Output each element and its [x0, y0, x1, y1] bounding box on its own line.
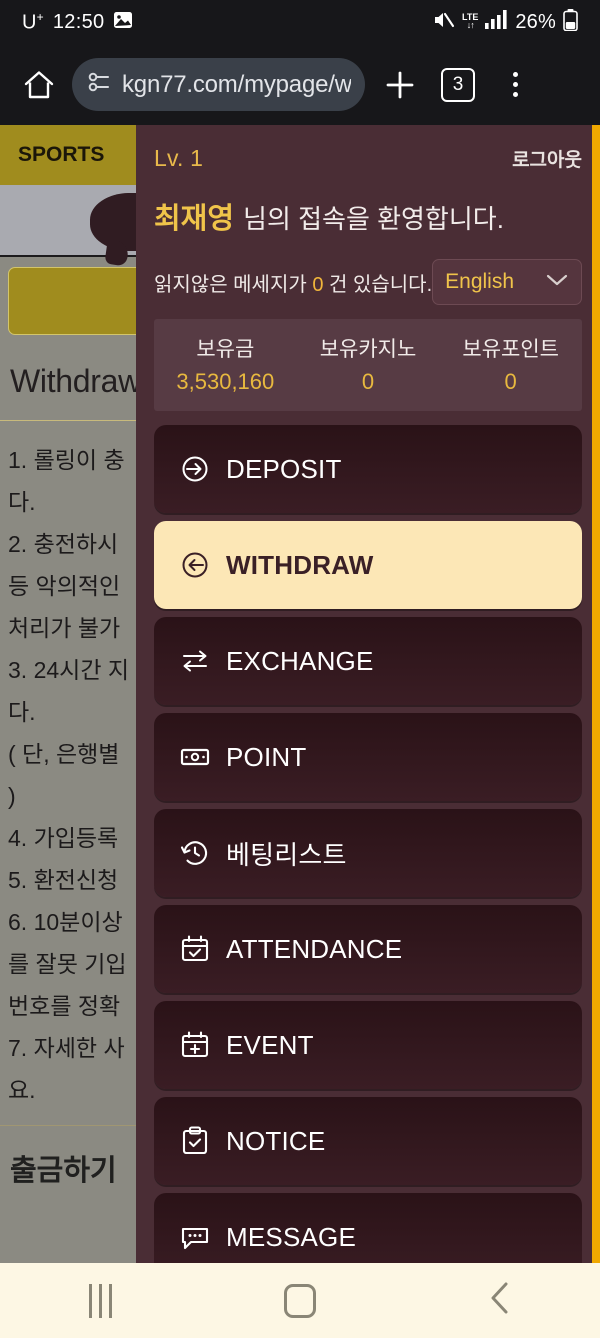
menu-item-betting-list[interactable]: 베팅리스트: [154, 809, 582, 897]
balance-label: 보유카지노: [319, 338, 417, 361]
history-clock-icon: [180, 838, 210, 868]
back-chevron-icon: [487, 1280, 513, 1321]
unread-message-text: 읽지않은 메세지가 0 건 있습니다.: [154, 268, 432, 297]
menu-item-label: ATTENDANCE: [226, 933, 403, 964]
menu-item-label: NOTICE: [226, 1125, 326, 1156]
balance-label: 보유포인트: [462, 338, 559, 361]
unread-message-row: 읽지않은 메세지가 0 건 있습니다. English: [154, 241, 582, 319]
unread-suffix: 건 있습니다.: [329, 273, 433, 296]
menu-item-label: WITHDRAW: [226, 549, 374, 580]
balance-cell-money: 보유금 3,530,160: [154, 333, 297, 395]
dot: [512, 92, 518, 97]
menu-item-exchange[interactable]: EXCHANGE: [154, 617, 582, 705]
welcome-row: 최재영 님의 접속을 환영합니다.: [154, 183, 582, 241]
drawer-header-row: Lv. 1 로그아웃: [154, 125, 582, 183]
battery-percent-label: 26%: [515, 10, 556, 33]
new-tab-button[interactable]: [377, 62, 423, 108]
balance-value: 0: [361, 369, 375, 394]
browser-toolbar: kgn77.com/mypage/w 3: [0, 44, 600, 125]
dot: [512, 82, 518, 87]
home-square-icon: [284, 1283, 316, 1318]
dot: [512, 72, 518, 77]
menu-item-event[interactable]: EVENT: [154, 1001, 582, 1089]
bar: [98, 1283, 102, 1318]
balance-cell-casino: 보유카지노 0: [297, 333, 440, 395]
clipboard-check-icon: [180, 1126, 210, 1156]
clock-label: 12:50: [52, 10, 105, 33]
menu-item-withdraw[interactable]: WITHDRAW: [154, 521, 582, 609]
status-bar-left: U+ 12:50: [22, 10, 133, 35]
signal-bars-icon: [485, 10, 508, 34]
menu-item-point[interactable]: POINT: [154, 713, 582, 801]
arrow-left-circle-icon: [180, 550, 210, 580]
logout-link[interactable]: 로그아웃: [512, 145, 582, 172]
recents-button[interactable]: [0, 1283, 200, 1318]
back-button[interactable]: [400, 1280, 600, 1321]
menu-item-attendance[interactable]: ATTENDANCE: [154, 905, 582, 993]
android-nav-bar: [0, 1263, 600, 1338]
unread-count: 0: [312, 273, 324, 296]
chat-dots-icon: [180, 1222, 210, 1252]
chevron-down-icon: [545, 273, 569, 292]
bar: [88, 1283, 92, 1318]
balance-panel: 보유금 3,530,160 보유카지노 0 보유포인트 0: [154, 319, 582, 411]
site-nav-item-sports[interactable]: SPORTS: [18, 143, 104, 167]
welcome-message: 님의 접속을 환영합니다.: [243, 204, 504, 234]
status-bar-right: LTE ↓↑ 26%: [432, 8, 578, 36]
image-icon: [113, 11, 133, 34]
balance-cell-point: 보유포인트 0: [439, 333, 582, 395]
menu-item-label: DEPOSIT: [226, 453, 342, 484]
three-dots-icon[interactable]: [495, 63, 535, 107]
menu-item-notice[interactable]: NOTICE: [154, 1097, 582, 1185]
menu-item-label: 베팅리스트: [226, 839, 347, 870]
balance-value: 0: [504, 369, 517, 394]
carrier-plus: +: [36, 9, 44, 24]
carrier-label: U+: [22, 9, 44, 34]
menu-item-label: EXCHANGE: [226, 645, 374, 676]
address-bar[interactable]: kgn77.com/mypage/w: [72, 58, 365, 111]
menu-item-message[interactable]: MESSAGE: [154, 1193, 582, 1263]
language-value: English: [445, 270, 515, 293]
tab-counter-button[interactable]: 3: [441, 67, 475, 102]
network-type-icon: LTE ↓↑: [462, 12, 479, 30]
level-badge: Lv. 1: [154, 144, 204, 171]
exchange-arrows-icon: [180, 646, 210, 676]
menu-item-label: EVENT: [226, 1029, 314, 1060]
site-settings-icon[interactable]: [86, 69, 112, 100]
phone-screen: U+ 12:50 LTE ↓↑ 26% kgn77.com/mypage/w 3…: [0, 0, 600, 1338]
tab-count-label: 3: [452, 73, 464, 95]
language-select[interactable]: English: [432, 259, 582, 305]
balance-label: 보유금: [196, 338, 255, 361]
calendar-check-icon: [180, 934, 210, 964]
battery-icon: [563, 8, 578, 36]
recents-icon: [88, 1283, 112, 1318]
drawer-content: Lv. 1 로그아웃 최재영 님의 접속을 환영합니다. 읽지않은 메세지가 0…: [136, 125, 600, 1263]
status-bar: U+ 12:50 LTE ↓↑ 26%: [0, 0, 600, 44]
banknote-icon: [180, 742, 210, 772]
menu-item-label: MESSAGE: [226, 1221, 356, 1252]
bar: [108, 1283, 112, 1318]
username-label: 최재영: [154, 203, 235, 235]
home-button[interactable]: [200, 1283, 400, 1318]
unread-prefix: 읽지않은 메세지가: [154, 273, 307, 296]
balance-value: 3,530,160: [176, 369, 275, 394]
home-icon[interactable]: [18, 64, 60, 106]
account-drawer: Lv. 1 로그아웃 최재영 님의 접속을 환영합니다. 읽지않은 메세지가 0…: [136, 125, 600, 1263]
arrow-right-circle-icon: [180, 454, 210, 484]
url-text[interactable]: kgn77.com/mypage/w: [122, 71, 351, 99]
calendar-plus-icon: [180, 1030, 210, 1060]
mute-icon: [432, 10, 455, 35]
menu-item-deposit[interactable]: DEPOSIT: [154, 425, 582, 513]
drawer-gold-edge: [592, 125, 600, 1263]
menu-item-label: POINT: [226, 741, 307, 772]
